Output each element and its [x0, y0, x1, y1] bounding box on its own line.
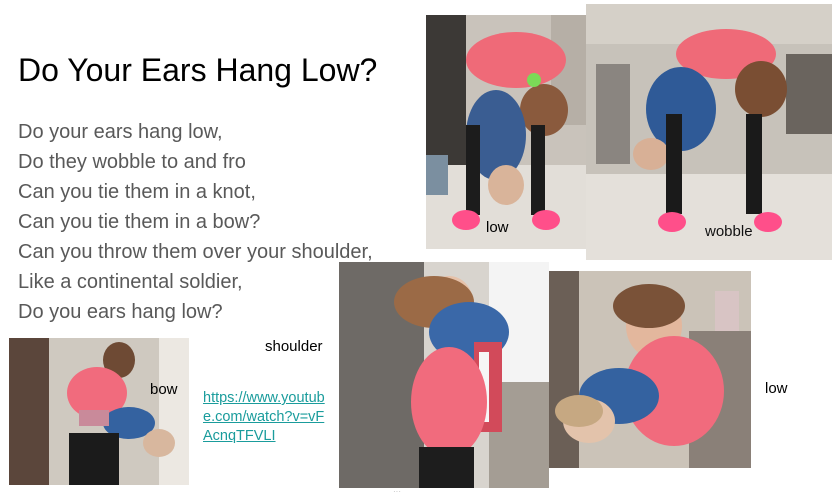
lyric-line: Do they wobble to and fro [18, 151, 246, 173]
lyric-line: Do your ears hang low, [18, 121, 223, 143]
slide-title: Do Your Ears Hang Low? [18, 52, 378, 88]
photo-low-top [426, 15, 598, 249]
photo-bow [9, 338, 189, 485]
caption-wobble: wobble [705, 223, 753, 240]
youtube-link[interactable]: https://www.youtube.com/watch?v=vFAcnqTF… [203, 389, 331, 446]
lyric-line: Can you tie them in a bow? [18, 211, 261, 233]
caption-bow: bow [150, 381, 178, 398]
caption-low-top: low [486, 219, 509, 236]
caption-shoulder: shoulder [265, 338, 323, 355]
photo-low-bottom [549, 271, 751, 468]
photo-wobble [586, 4, 832, 260]
caption-low-bottom: low [765, 380, 788, 397]
photo-shoulder [339, 262, 549, 488]
lyric-line: Can you tie them in a knot, [18, 181, 256, 203]
